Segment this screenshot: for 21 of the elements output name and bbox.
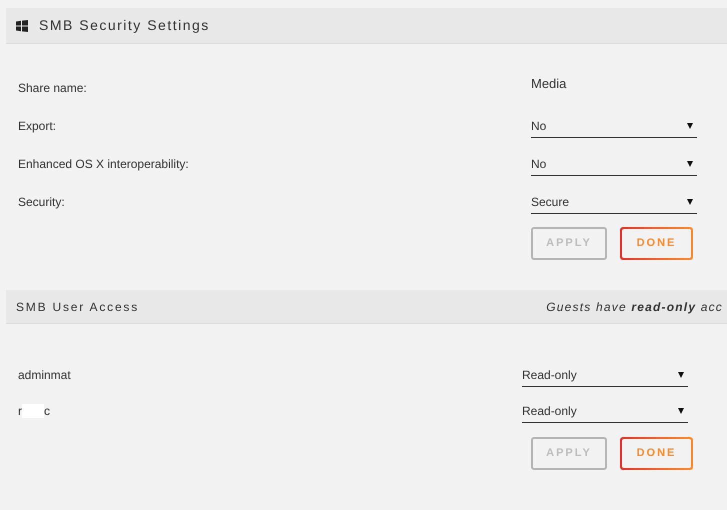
user-name: adminmat [18, 367, 72, 384]
field-label: Enhanced OS X interoperability: [18, 156, 190, 173]
caret-icon [687, 160, 693, 166]
field-label: Share name: [18, 80, 88, 97]
caret-icon [687, 122, 693, 128]
windows-logo-icon [16, 20, 28, 32]
dropdown[interactable]: No [531, 114, 697, 138]
caret-icon [678, 372, 684, 378]
guest-access-note: Guests have read-only acc [546, 298, 723, 316]
user-name: r c [18, 403, 51, 420]
caret-icon [687, 198, 693, 204]
caret-icon [678, 408, 684, 414]
dropdown[interactable]: Read-only [522, 399, 688, 423]
field-label: Security: [18, 194, 66, 211]
dropdown[interactable]: No [531, 152, 697, 176]
field-label: Export: [18, 118, 58, 135]
dropdown[interactable]: Read-only [522, 363, 688, 387]
section-title: SMB Security Settings [39, 16, 210, 35]
field-value: Media [531, 75, 566, 94]
section-title: SMB User Access [16, 298, 140, 316]
dropdown[interactable]: Secure [531, 190, 697, 214]
